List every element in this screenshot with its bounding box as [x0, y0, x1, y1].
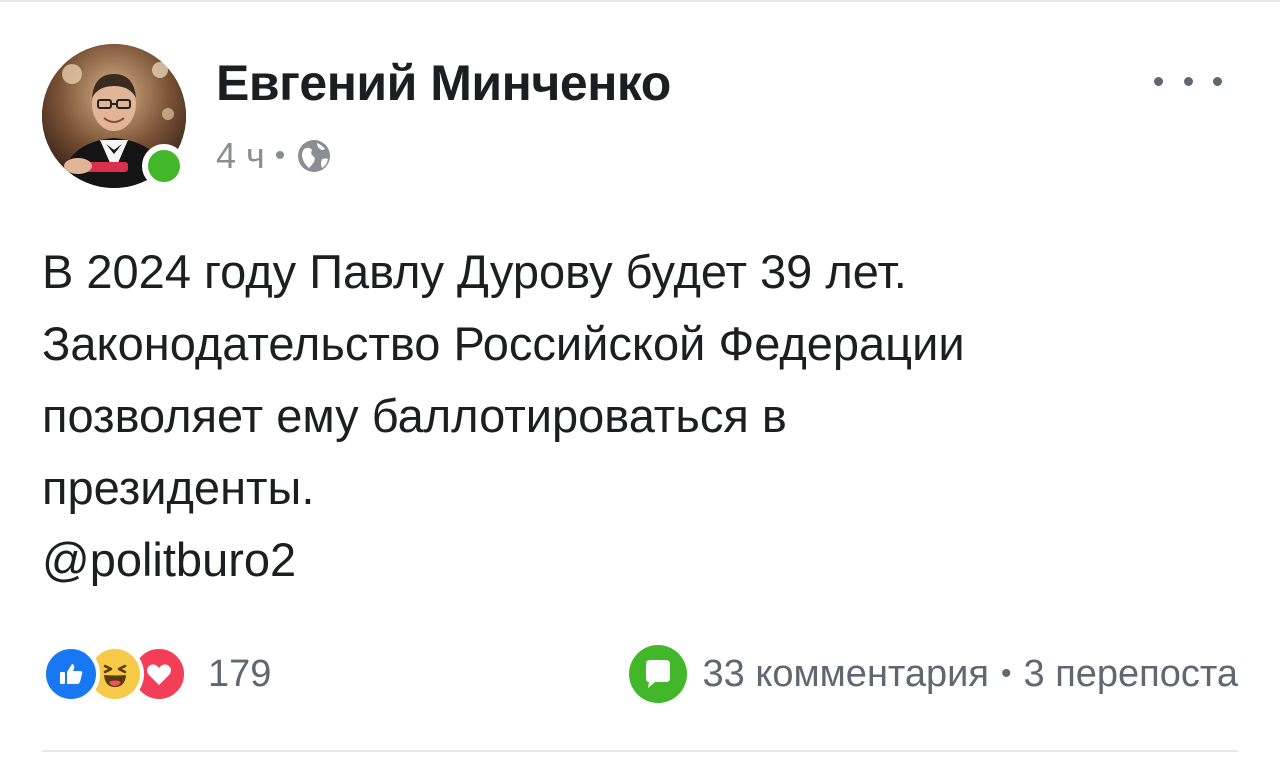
online-status-indicator: [142, 144, 186, 188]
reactions-count: 179: [208, 652, 272, 695]
post-time[interactable]: 4 ч: [216, 135, 265, 177]
more-options-icon[interactable]: [1154, 66, 1222, 96]
reactions-summary[interactable]: 179: [42, 642, 271, 706]
comment-bubble-icon: [628, 645, 687, 703]
comments-shares-summary: 33 комментария • 3 перепоста: [628, 642, 1239, 706]
post-text-line: Законодательство Российской Федерации: [42, 317, 965, 370]
top-divider: [0, 0, 1280, 2]
post-meta: 4 ч •: [216, 134, 333, 178]
post-body: В 2024 году Павлу Дурову будет 39 лет. З…: [42, 236, 1232, 596]
more-dot: [1213, 76, 1222, 86]
like-icon: [42, 645, 100, 703]
post-text-line: президенты.: [42, 461, 315, 514]
more-dot: [1154, 76, 1163, 86]
author-avatar-wrap[interactable]: [42, 44, 186, 188]
comments-count[interactable]: 33 комментария: [703, 653, 989, 696]
meta-separator: •: [274, 139, 286, 172]
footer-separator: •: [1000, 657, 1012, 690]
post-footer: 179 33 комментария • 3 перепоста: [42, 642, 1238, 706]
globe-icon[interactable]: [295, 137, 333, 175]
more-dot: [1183, 76, 1193, 86]
bottom-divider: [42, 750, 1238, 752]
author-name[interactable]: Евгений Минченко: [216, 54, 671, 112]
post-text-line: @politburo2: [42, 533, 297, 586]
shares-count[interactable]: 3 перепоста: [1024, 653, 1239, 696]
post-text-line: В 2024 году Павлу Дурову будет 39 лет.: [42, 245, 907, 298]
post-text-line: позволяет ему баллотироваться в: [42, 389, 787, 442]
facebook-post: Евгений Минченко 4 ч • В 2024 году Павлу…: [0, 0, 1280, 757]
post-header: Евгений Минченко 4 ч •: [42, 44, 1242, 194]
